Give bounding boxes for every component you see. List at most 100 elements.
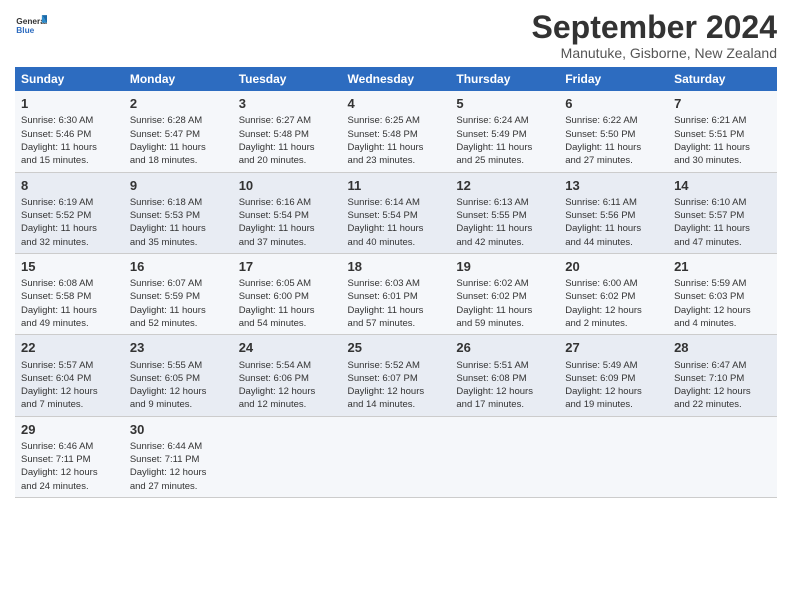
- day-info-line: and 24 minutes.: [21, 480, 118, 493]
- day-info-line: Sunrise: 6:27 AM: [239, 114, 336, 127]
- calendar-cell: 6Sunrise: 6:22 AMSunset: 5:50 PMDaylight…: [559, 91, 668, 172]
- day-info-line: Sunrise: 5:49 AM: [565, 359, 662, 372]
- day-info-line: Sunrise: 6:16 AM: [239, 196, 336, 209]
- calendar-cell: [342, 416, 451, 497]
- day-info-line: Daylight: 11 hours: [239, 222, 336, 235]
- day-number: 21: [674, 258, 771, 276]
- day-number: 26: [456, 339, 553, 357]
- week-row-3: 15Sunrise: 6:08 AMSunset: 5:58 PMDayligh…: [15, 253, 777, 334]
- title-area: September 2024 Manutuke, Gisborne, New Z…: [532, 10, 777, 61]
- day-info-line: Daylight: 11 hours: [348, 304, 445, 317]
- day-info-line: Sunrise: 6:24 AM: [456, 114, 553, 127]
- day-number: 2: [130, 95, 227, 113]
- day-info-line: Sunrise: 6:10 AM: [674, 196, 771, 209]
- day-info-line: and 52 minutes.: [130, 317, 227, 330]
- day-number: 10: [239, 177, 336, 195]
- calendar-cell: 11Sunrise: 6:14 AMSunset: 5:54 PMDayligh…: [342, 172, 451, 253]
- col-header-wednesday: Wednesday: [342, 67, 451, 91]
- day-info-line: and 7 minutes.: [21, 398, 118, 411]
- day-info-line: and 54 minutes.: [239, 317, 336, 330]
- day-info-line: and 25 minutes.: [456, 154, 553, 167]
- day-info-line: Daylight: 11 hours: [21, 304, 118, 317]
- day-number: 4: [348, 95, 445, 113]
- page-header: General Blue September 2024 Manutuke, Gi…: [15, 10, 777, 61]
- day-info-line: Daylight: 11 hours: [456, 141, 553, 154]
- day-info-line: Daylight: 12 hours: [130, 466, 227, 479]
- day-number: 19: [456, 258, 553, 276]
- calendar-cell: 30Sunrise: 6:44 AMSunset: 7:11 PMDayligh…: [124, 416, 233, 497]
- calendar-cell: 26Sunrise: 5:51 AMSunset: 6:08 PMDayligh…: [450, 335, 559, 416]
- day-info-line: Sunrise: 5:51 AM: [456, 359, 553, 372]
- calendar-cell: 14Sunrise: 6:10 AMSunset: 5:57 PMDayligh…: [668, 172, 777, 253]
- day-info-line: Daylight: 11 hours: [565, 222, 662, 235]
- day-info-line: Daylight: 11 hours: [674, 141, 771, 154]
- day-info-line: Daylight: 11 hours: [456, 222, 553, 235]
- day-info-line: Daylight: 11 hours: [674, 222, 771, 235]
- day-info-line: Sunset: 6:00 PM: [239, 290, 336, 303]
- day-info-line: Sunrise: 6:13 AM: [456, 196, 553, 209]
- day-info-line: Sunset: 6:09 PM: [565, 372, 662, 385]
- day-info-line: and 27 minutes.: [565, 154, 662, 167]
- day-number: 1: [21, 95, 118, 113]
- day-info-line: Daylight: 11 hours: [348, 141, 445, 154]
- day-info-line: Daylight: 11 hours: [21, 141, 118, 154]
- calendar-cell: 13Sunrise: 6:11 AMSunset: 5:56 PMDayligh…: [559, 172, 668, 253]
- day-number: 6: [565, 95, 662, 113]
- day-number: 13: [565, 177, 662, 195]
- day-info-line: Sunset: 7:11 PM: [130, 453, 227, 466]
- day-info-line: Sunset: 5:54 PM: [239, 209, 336, 222]
- day-info-line: and 17 minutes.: [456, 398, 553, 411]
- calendar-cell: 7Sunrise: 6:21 AMSunset: 5:51 PMDaylight…: [668, 91, 777, 172]
- day-info-line: Sunset: 6:03 PM: [674, 290, 771, 303]
- day-info-line: Daylight: 11 hours: [21, 222, 118, 235]
- day-info-line: Sunset: 6:07 PM: [348, 372, 445, 385]
- day-info-line: Daylight: 11 hours: [348, 222, 445, 235]
- day-info-line: Daylight: 11 hours: [130, 304, 227, 317]
- day-info-line: Daylight: 12 hours: [130, 385, 227, 398]
- day-info-line: Sunset: 5:56 PM: [565, 209, 662, 222]
- calendar-cell: 2Sunrise: 6:28 AMSunset: 5:47 PMDaylight…: [124, 91, 233, 172]
- day-info-line: Sunset: 6:08 PM: [456, 372, 553, 385]
- day-number: 17: [239, 258, 336, 276]
- day-info-line: Sunrise: 6:02 AM: [456, 277, 553, 290]
- day-number: 23: [130, 339, 227, 357]
- day-number: 7: [674, 95, 771, 113]
- day-info-line: Sunset: 5:53 PM: [130, 209, 227, 222]
- day-info-line: and 18 minutes.: [130, 154, 227, 167]
- calendar-cell: 29Sunrise: 6:46 AMSunset: 7:11 PMDayligh…: [15, 416, 124, 497]
- day-number: 29: [21, 421, 118, 439]
- day-info-line: Sunrise: 6:25 AM: [348, 114, 445, 127]
- day-info-line: and 9 minutes.: [130, 398, 227, 411]
- day-info-line: Sunrise: 6:05 AM: [239, 277, 336, 290]
- day-number: 27: [565, 339, 662, 357]
- day-info-line: Daylight: 12 hours: [674, 304, 771, 317]
- day-number: 25: [348, 339, 445, 357]
- day-info-line: Sunset: 5:46 PM: [21, 128, 118, 141]
- calendar-cell: 9Sunrise: 6:18 AMSunset: 5:53 PMDaylight…: [124, 172, 233, 253]
- calendar-cell: [233, 416, 342, 497]
- day-info-line: Sunrise: 6:18 AM: [130, 196, 227, 209]
- day-info-line: Sunrise: 5:54 AM: [239, 359, 336, 372]
- calendar-cell: 18Sunrise: 6:03 AMSunset: 6:01 PMDayligh…: [342, 253, 451, 334]
- day-info-line: Sunrise: 6:46 AM: [21, 440, 118, 453]
- day-info-line: and 40 minutes.: [348, 236, 445, 249]
- calendar-cell: 19Sunrise: 6:02 AMSunset: 6:02 PMDayligh…: [450, 253, 559, 334]
- day-info-line: Sunset: 6:05 PM: [130, 372, 227, 385]
- header-row: SundayMondayTuesdayWednesdayThursdayFrid…: [15, 67, 777, 91]
- calendar-cell: 10Sunrise: 6:16 AMSunset: 5:54 PMDayligh…: [233, 172, 342, 253]
- svg-text:Blue: Blue: [16, 25, 34, 35]
- day-info-line: Sunset: 6:01 PM: [348, 290, 445, 303]
- day-info-line: Sunset: 5:55 PM: [456, 209, 553, 222]
- day-info-line: Daylight: 11 hours: [239, 304, 336, 317]
- calendar-cell: 24Sunrise: 5:54 AMSunset: 6:06 PMDayligh…: [233, 335, 342, 416]
- day-info-line: Sunrise: 6:08 AM: [21, 277, 118, 290]
- day-info-line: Sunrise: 6:19 AM: [21, 196, 118, 209]
- col-header-tuesday: Tuesday: [233, 67, 342, 91]
- week-row-4: 22Sunrise: 5:57 AMSunset: 6:04 PMDayligh…: [15, 335, 777, 416]
- day-info-line: Sunset: 6:04 PM: [21, 372, 118, 385]
- day-info-line: and 12 minutes.: [239, 398, 336, 411]
- day-info-line: and 42 minutes.: [456, 236, 553, 249]
- day-info-line: Daylight: 11 hours: [565, 141, 662, 154]
- day-info-line: Sunrise: 6:00 AM: [565, 277, 662, 290]
- col-header-thursday: Thursday: [450, 67, 559, 91]
